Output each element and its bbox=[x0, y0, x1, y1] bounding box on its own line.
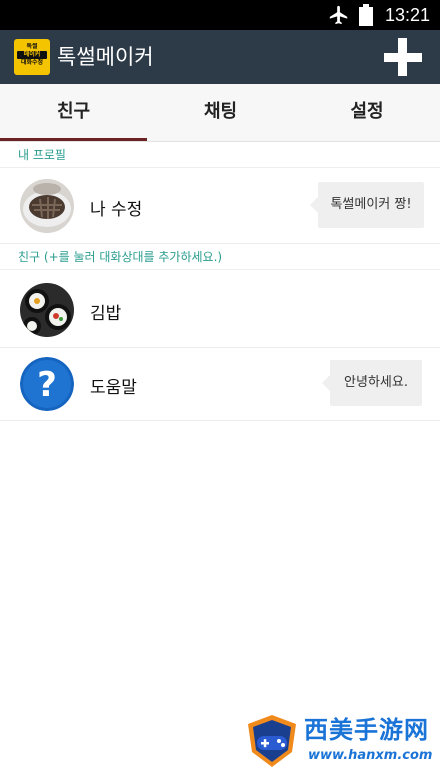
app-logo: 톡썰 메이커 대화수정 bbox=[14, 39, 50, 75]
my-profile-row[interactable]: 나 수정 톡썰메이커 짱! bbox=[0, 168, 440, 244]
watermark-text: 西美手游网 bbox=[304, 716, 429, 744]
add-friend-button[interactable] bbox=[380, 36, 426, 78]
help-icon: ? bbox=[20, 357, 74, 411]
status-bar: 13:21 bbox=[0, 0, 440, 30]
avatar bbox=[20, 283, 74, 337]
section-header-my-profile: 내 프로필 bbox=[0, 142, 440, 168]
app-title: 톡썰메이커 bbox=[57, 45, 154, 69]
watermark-url: www.hanxm.com bbox=[308, 748, 433, 763]
tab-settings[interactable]: 설정 bbox=[294, 84, 440, 141]
battery-icon bbox=[359, 4, 373, 26]
status-message-bubble: 안녕하세요. bbox=[322, 360, 422, 406]
tab-bar: 친구 채팅 설정 bbox=[0, 84, 440, 142]
friend-name: 도움말 bbox=[90, 378, 137, 398]
app-bar: 톡썰 메이커 대화수정 톡썰메이커 bbox=[0, 30, 440, 84]
status-message-bubble: 톡썰메이커 짱! bbox=[310, 182, 424, 228]
friend-name: 김밥 bbox=[90, 304, 122, 324]
logo-line-1: 톡썰 bbox=[26, 43, 38, 50]
svg-text:?: ? bbox=[37, 365, 57, 405]
section-header-friends: 친구 (+를 눌러 대화상대를 추가하세요.) bbox=[0, 244, 440, 270]
friend-row-help[interactable]: ? 도움말 안녕하세요. bbox=[0, 348, 440, 421]
friend-row-gimbap[interactable]: 김밥 bbox=[0, 272, 440, 348]
selected-tab-indicator bbox=[0, 138, 147, 141]
avatar bbox=[20, 179, 74, 233]
tab-chats[interactable]: 채팅 bbox=[147, 84, 294, 141]
airplane-icon bbox=[329, 5, 348, 25]
logo-line-3: 대화수정 bbox=[20, 59, 44, 66]
profile-name: 나 수정 bbox=[90, 200, 143, 220]
watermark: 西美手游网 www.hanxm.com bbox=[246, 712, 440, 770]
gamepad-shield-icon bbox=[248, 715, 296, 767]
logo-line-2: 메이커 bbox=[17, 51, 47, 59]
clock: 13:21 bbox=[384, 5, 430, 25]
tab-friends[interactable]: 친구 bbox=[0, 84, 147, 141]
